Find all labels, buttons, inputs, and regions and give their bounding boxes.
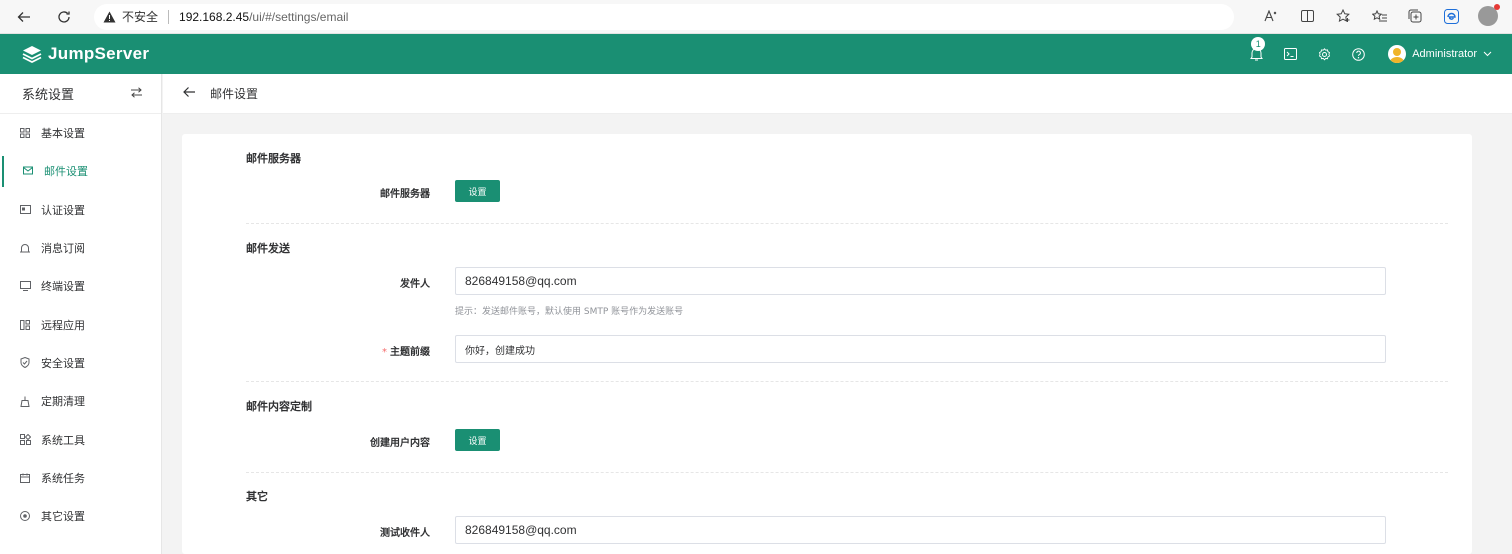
split-screen-icon[interactable] [1298, 5, 1316, 27]
section-title-other: 其它 [246, 490, 268, 503]
browser-toolbar: 不安全 192.168.2.45/ui/#/settings/email [0, 0, 1512, 34]
sidebar-item[interactable]: 系统任务 [0, 459, 161, 497]
sender-hint: 提示：发送邮件账号，默认使用 SMTP 账号作为发送账号 [455, 307, 684, 317]
header-actions: 1 Administrator [1248, 34, 1492, 74]
grid-icon [19, 127, 31, 139]
sidebar-item-label: 安全设置 [41, 356, 85, 370]
calendar-icon [19, 472, 31, 484]
url-host: 192.168.2.45 [179, 9, 250, 24]
apps-icon [19, 319, 31, 331]
browser-back-icon[interactable] [14, 7, 34, 27]
back-arrow-icon[interactable] [183, 86, 196, 102]
mail-icon [22, 165, 34, 177]
browser-profile-avatar[interactable] [1478, 4, 1500, 26]
sidebar-item-label: 系统任务 [41, 471, 85, 485]
create-user-label: 创建用户内容 [370, 438, 430, 449]
read-aloud-icon[interactable] [1262, 5, 1280, 27]
notification-badge: 1 [1251, 37, 1266, 51]
page-title: 邮件设置 [210, 87, 259, 101]
subject-label: * 主题前缀 [182, 343, 430, 358]
monitor-icon [19, 280, 31, 292]
section-title-custom: 邮件内容定制 [246, 400, 312, 413]
sidebar-item[interactable]: 远程应用 [0, 305, 161, 343]
required-mark: * [382, 347, 387, 358]
sender-label: 发件人 [400, 279, 430, 290]
logo-text: JumpServer [48, 44, 150, 63]
section-title-send: 邮件发送 [246, 242, 290, 255]
swap-arrows-icon[interactable] [130, 86, 143, 102]
address-separator [168, 9, 170, 24]
sidebar-item-label: 基本设置 [41, 127, 85, 141]
sidebar: 系统设置 基本设置邮件设置认证设置消息订阅终端设置远程应用安全设置定期清理系统工… [0, 74, 162, 554]
create-user-settings-button[interactable]: 设置 [455, 429, 500, 451]
sidebar-item-label: 定期清理 [41, 395, 85, 409]
favorite-add-icon[interactable] [1334, 5, 1352, 27]
section-title-server: 邮件服务器 [246, 152, 301, 165]
sidebar-item[interactable]: 定期清理 [0, 382, 161, 420]
edge-browser-icon[interactable] [1442, 5, 1460, 27]
settings-card: 邮件服务器 邮件服务器 设置 邮件发送 发件人 提示：发送邮件账号，默认使用 S… [182, 134, 1472, 554]
sidebar-item[interactable]: 终端设置 [0, 267, 161, 305]
bell-icon [19, 242, 31, 254]
sidebar-item[interactable]: 系统工具 [0, 420, 161, 458]
insecure-label: 不安全 [122, 10, 159, 24]
sidebar-item[interactable]: 邮件设置 [0, 152, 161, 190]
favorites-icon[interactable] [1370, 5, 1388, 27]
url-text: 192.168.2.45/ui/#/settings/email [179, 10, 348, 24]
app-header: JumpServer 1 Administrator [0, 34, 1512, 74]
sidebar-item[interactable]: 安全设置 [0, 344, 161, 382]
server-settings-button[interactable]: 设置 [455, 180, 500, 202]
chevron-down-icon [1483, 49, 1492, 60]
sidebar-item[interactable]: 基本设置 [0, 114, 161, 152]
sidebar-item[interactable]: 消息订阅 [0, 229, 161, 267]
collections-icon[interactable] [1406, 5, 1424, 27]
section-divider [246, 381, 1448, 382]
user-menu[interactable]: Administrator [1388, 45, 1492, 63]
sidebar-menu: 基本设置邮件设置认证设置消息订阅终端设置远程应用安全设置定期清理系统工具系统任务… [0, 114, 161, 535]
server-label: 邮件服务器 [380, 189, 430, 200]
layers-logo-icon [22, 44, 42, 64]
terminal-icon[interactable] [1282, 46, 1298, 62]
user-avatar [1388, 45, 1407, 63]
test-recipient-input[interactable] [455, 516, 1386, 544]
sidebar-item[interactable]: 其它设置 [0, 497, 161, 535]
tools-icon [19, 434, 31, 446]
browser-actions [1262, 4, 1500, 27]
subject-prefix-input[interactable] [455, 335, 1386, 363]
browser-reload-icon[interactable] [54, 7, 74, 27]
notification-bell-icon[interactable]: 1 [1248, 37, 1266, 62]
gear-icon[interactable] [1316, 46, 1332, 62]
sidebar-item-label: 远程应用 [41, 318, 85, 332]
sidebar-item-label: 认证设置 [41, 203, 85, 217]
help-icon[interactable] [1350, 46, 1366, 62]
sidebar-item-label: 消息订阅 [41, 242, 85, 256]
user-name: Administrator [1412, 48, 1477, 60]
address-bar[interactable]: 不安全 192.168.2.45/ui/#/settings/email [94, 3, 1234, 30]
page-header: 邮件设置 [163, 74, 1512, 114]
warning-icon [102, 10, 116, 24]
test-recipient-label: 测试收件人 [380, 528, 430, 539]
sidebar-item-label: 系统工具 [41, 433, 85, 447]
logo[interactable]: JumpServer [22, 44, 149, 64]
sidebar-item-label: 终端设置 [41, 280, 85, 294]
sender-input[interactable] [455, 267, 1386, 295]
sidebar-item[interactable]: 认证设置 [0, 191, 161, 229]
sidebar-header: 系统设置 [0, 74, 161, 114]
url-path: /ui/#/settings/email [249, 9, 349, 24]
section-divider [246, 472, 1448, 473]
id-card-icon [19, 204, 31, 216]
broom-icon [19, 395, 31, 407]
sidebar-item-label: 邮件设置 [44, 165, 88, 179]
subject-label-text: 主题前缀 [390, 347, 430, 358]
section-divider [246, 223, 1448, 224]
settings-circle-icon [19, 510, 31, 522]
sidebar-item-label: 其它设置 [41, 510, 85, 524]
shield-icon [19, 357, 31, 369]
sidebar-title: 系统设置 [22, 88, 75, 103]
